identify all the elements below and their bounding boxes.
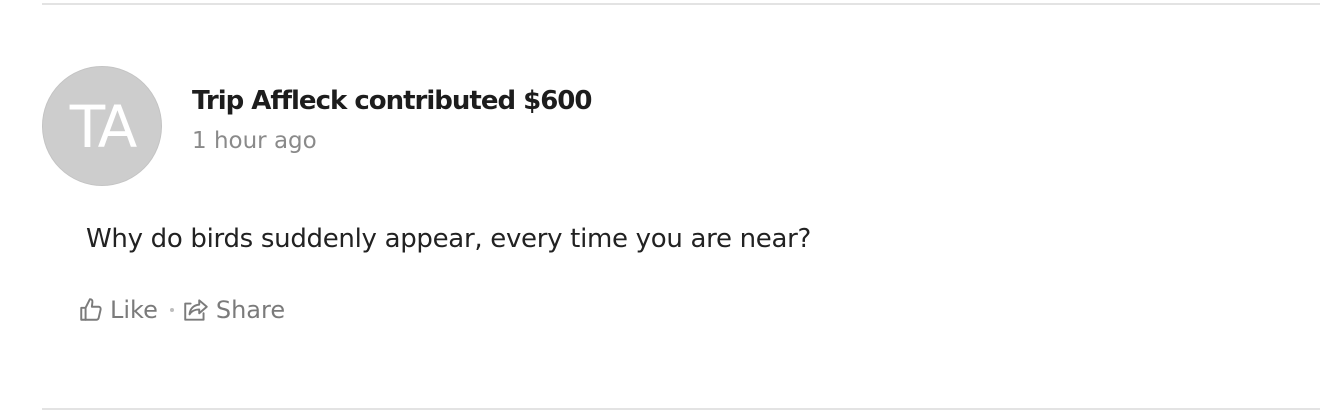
share-icon	[182, 297, 210, 323]
contribution-headline: Trip Affleck contributed $600	[192, 86, 592, 116]
bottom-divider	[42, 408, 1320, 410]
top-divider	[42, 3, 1320, 5]
post-actions: Like Share	[78, 296, 285, 324]
thumbs-up-icon	[78, 297, 104, 323]
post-header: Trip Affleck contributed $600 1 hour ago	[192, 82, 592, 156]
share-button[interactable]: Share	[182, 296, 285, 324]
post-timestamp: 1 hour ago	[192, 128, 317, 154]
like-button[interactable]: Like	[78, 296, 158, 324]
avatar: TA	[42, 66, 162, 186]
post-message: Why do birds suddenly appear, every time…	[86, 224, 812, 254]
avatar-initials: TA	[69, 93, 138, 161]
share-label: Share	[215, 296, 286, 324]
action-separator	[169, 308, 174, 312]
like-label: Like	[110, 296, 158, 324]
